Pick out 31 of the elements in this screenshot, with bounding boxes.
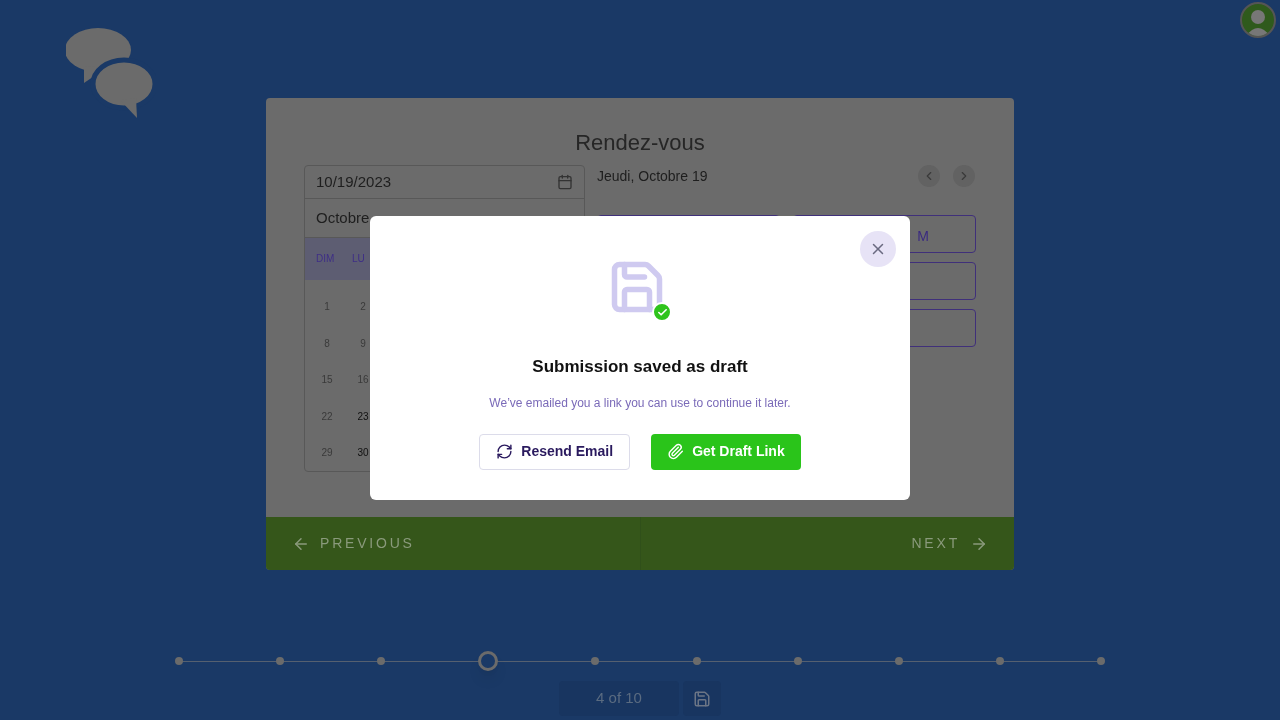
dialog-title: Submission saved as draft <box>532 356 748 378</box>
progress-step[interactable] <box>276 657 285 665</box>
resend-email-button[interactable]: Resend Email <box>479 433 631 470</box>
progress-step[interactable] <box>175 657 183 665</box>
progress-step[interactable] <box>591 657 600 665</box>
progress-step[interactable] <box>995 657 1004 665</box>
progress-step[interactable] <box>1097 657 1105 665</box>
previous-button[interactable]: PREVIOUS <box>266 517 641 570</box>
get-draft-link-button[interactable]: Get Draft Link <box>651 433 801 470</box>
next-button[interactable]: NEXT <box>640 517 1014 570</box>
close-button[interactable] <box>860 231 896 267</box>
calendar-day[interactable]: 30 <box>352 445 374 461</box>
paperclip-icon[interactable] <box>667 443 685 460</box>
form-title: Rendez-vous <box>574 129 706 156</box>
progress-step[interactable] <box>894 657 903 665</box>
day-heading: Jeudi, Octobre 19 <box>597 166 708 186</box>
calendar-day[interactable]: 23 <box>352 408 374 424</box>
save-button[interactable] <box>683 681 721 716</box>
progress-step[interactable] <box>793 657 802 665</box>
refresh-icon[interactable] <box>496 443 514 460</box>
calendar-icon[interactable] <box>557 173 573 190</box>
progress-step[interactable] <box>377 657 386 665</box>
date-field[interactable]: 10/19/2023 <box>305 166 584 199</box>
saved-draft-icon <box>610 260 670 322</box>
dialog-message: We’ve emailed you a link you can use to continue it later. <box>489 394 791 412</box>
save-icon[interactable] <box>693 689 711 708</box>
progress-step[interactable] <box>478 651 499 671</box>
avatar[interactable] <box>1240 2 1276 38</box>
month-label[interactable]: Octobre <box>316 206 370 230</box>
page-counter: 4 of 10 <box>559 681 679 716</box>
progress-step[interactable] <box>692 657 701 665</box>
